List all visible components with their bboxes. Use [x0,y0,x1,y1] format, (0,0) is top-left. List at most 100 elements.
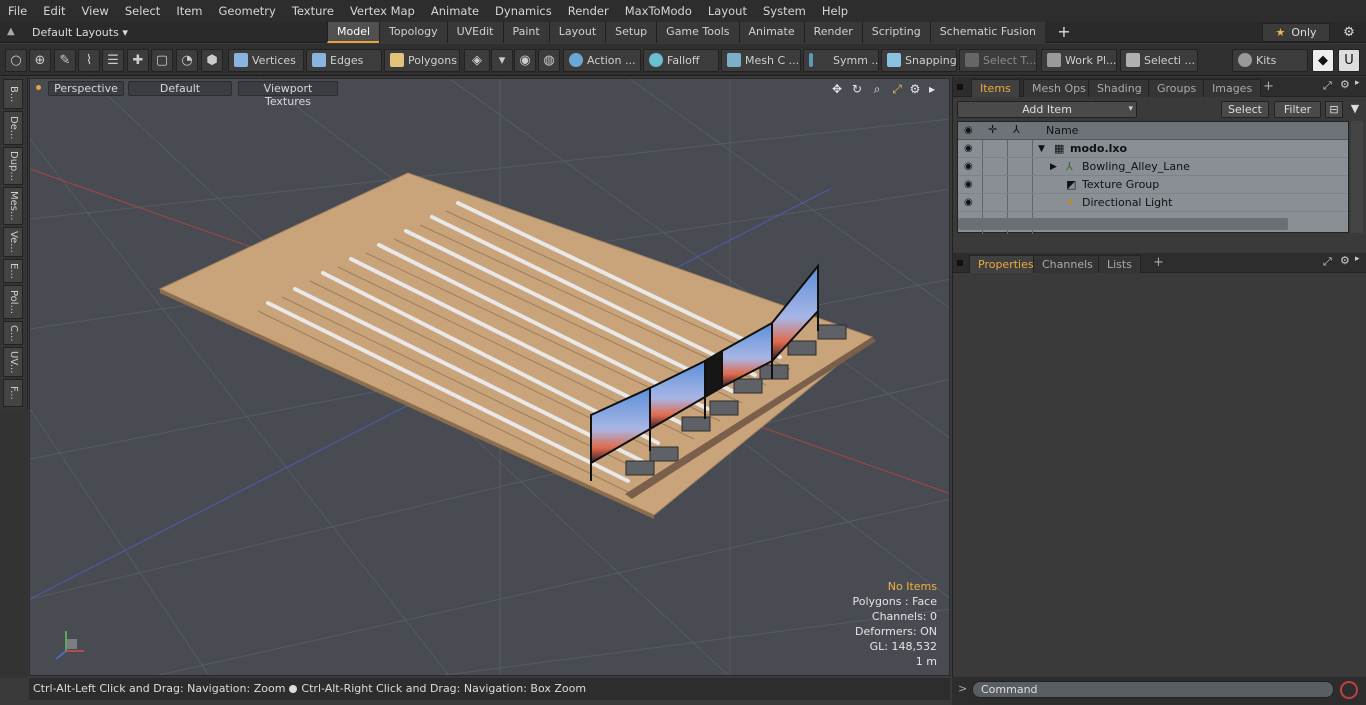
tab-scripting[interactable]: Scripting [861,22,930,43]
left-tab-fusion[interactable]: F... [3,379,23,407]
mesh-constraint-button[interactable]: Mesh C ... [721,49,801,72]
left-tab-basic[interactable]: B... [3,79,23,109]
menu-view[interactable]: View [74,0,117,22]
tab-items[interactable]: Items [971,79,1020,97]
tab-uvedit[interactable]: UVEdit [446,22,503,43]
rotate-icon[interactable]: ◔ [176,49,198,72]
item-mode-icon[interactable]: ⬢ [201,49,223,72]
left-tab-edge[interactable]: E... [3,259,23,283]
menu-edit[interactable]: Edit [35,0,73,22]
menu-texture[interactable]: Texture [284,0,342,22]
sym-sphere-icon[interactable]: ◉ [514,49,536,72]
collapse-icon[interactable]: ⊟ [1325,101,1343,118]
pen-icon[interactable]: ✎ [54,49,76,72]
tab-model[interactable]: Model [327,22,380,43]
tab-render[interactable]: Render [803,22,862,43]
kits-button[interactable]: Kits [1232,49,1308,72]
3d-viewport[interactable]: Perspective Default Viewport Textures ✥ … [29,78,950,676]
chevron-down-icon[interactable]: ▼ [1038,140,1045,158]
move-view-icon[interactable]: ✥ [830,82,844,96]
funnel-icon[interactable]: ▼ [1346,101,1364,118]
tab-schematic-fusion[interactable]: Schematic Fusion [929,22,1046,43]
panel-menu-icon[interactable] [957,260,963,266]
layout-toggle-icon[interactable]: ▲ [7,26,19,38]
tab-setup[interactable]: Setup [605,22,657,43]
left-tab-uv[interactable]: UV... [3,347,23,377]
eye-icon[interactable]: ◉ [964,180,976,190]
panel-expand-arrow-icon[interactable]: ▸ [1355,254,1360,264]
tab-groups[interactable]: Groups [1148,79,1206,97]
menu-system[interactable]: System [755,0,814,22]
tab-game-tools[interactable]: Game Tools [656,22,739,43]
unity-icon[interactable]: ◆ [1312,49,1334,72]
panel-expand-icon[interactable]: ⤢ [1323,255,1332,269]
polygons-button[interactable]: Polygons [384,49,460,72]
name-column-header[interactable]: Name [1046,124,1078,137]
panel-gear-icon[interactable]: ⚙ [1340,78,1350,91]
layout-dropdown[interactable]: Default Layouts ▾ [32,24,128,41]
tab-paint[interactable]: Paint [502,22,549,43]
menu-dynamics[interactable]: Dynamics [487,0,560,22]
brush-icon[interactable]: ⌇ [78,49,100,72]
panel-gear-icon[interactable]: ⚙ [1340,254,1350,267]
globe-icon[interactable]: ⊕ [29,49,51,72]
panel-expand-arrow-icon[interactable]: ▸ [1355,78,1360,88]
snapping-button[interactable]: Snapping [881,49,957,72]
select-through-button[interactable]: Select T... [959,49,1037,72]
shading-mode-button[interactable]: Default [128,81,232,96]
record-icon[interactable] [1340,681,1358,699]
menu-geometry[interactable]: Geometry [211,0,284,22]
left-tab-curve[interactable]: C... [3,321,23,345]
align-icon[interactable]: ☰ [102,49,124,72]
fit-view-icon[interactable]: ⤢ [890,82,904,96]
list-item[interactable]: ◉ ◩ Texture Group [958,176,1348,194]
tab-mesh-ops[interactable]: Mesh Ops [1023,79,1095,97]
left-tab-polygon[interactable]: Pol... [3,285,23,319]
add-panel-tab-icon[interactable]: + [1153,255,1164,270]
list-item[interactable]: ◉ ▼ ▦ modo.lxo [958,140,1348,158]
select-button[interactable]: Select [1221,101,1269,118]
menu-render[interactable]: Render [560,0,617,22]
circle-select-icon[interactable]: ○ [5,49,27,72]
command-input[interactable]: Command [972,681,1334,698]
chevron-down-icon[interactable]: ▾ [491,49,513,72]
tab-properties[interactable]: Properties [969,255,1043,273]
tab-topology[interactable]: Topology [379,22,447,43]
vertices-button[interactable]: Vertices [228,49,304,72]
rotate-view-icon[interactable]: ↻ [850,82,864,96]
work-plane-button[interactable]: Work Pl... [1041,49,1117,72]
tab-shading[interactable]: Shading [1088,79,1151,97]
horizontal-scrollbar[interactable] [958,218,1288,230]
left-tab-deform[interactable]: De... [3,111,23,145]
menu-select[interactable]: Select [117,0,168,22]
perspective-button[interactable]: Perspective [48,81,124,96]
tab-images[interactable]: Images [1203,79,1262,97]
panel-expand-icon[interactable]: ⤢ [1323,79,1332,93]
viewport-expand-icon[interactable]: ▸ [925,82,939,96]
add-item-button[interactable]: Add Item ▾ [957,101,1137,118]
left-tab-vertex[interactable]: Ve... [3,227,23,257]
gear-icon[interactable]: ⚙ [1340,23,1358,42]
selection-sets-button[interactable]: Selecti ... [1120,49,1198,72]
eye-icon[interactable]: ◉ [964,162,976,172]
chevron-right-icon[interactable]: ▶ [1050,158,1057,176]
falloff-button[interactable]: Falloff [643,49,719,72]
list-item[interactable]: ◉ ✦ Directional Light [958,194,1348,212]
panel-menu-icon[interactable] [957,84,963,90]
tab-animate[interactable]: Animate [738,22,804,43]
viewport-textures-button[interactable]: Viewport Textures [238,81,338,108]
soccer-icon[interactable]: ◍ [538,49,560,72]
square-icon[interactable]: ▢ [151,49,173,72]
vertical-scrollbar[interactable] [1351,121,1363,233]
menu-maxtomodo[interactable]: MaxToModo [617,0,700,22]
only-button[interactable]: ★ Only [1262,23,1330,42]
tab-lists[interactable]: Lists [1098,255,1141,273]
left-tab-mesh-edit[interactable]: Mes... [3,187,23,225]
menu-layout[interactable]: Layout [700,0,755,22]
zoom-icon[interactable]: ⌕ [870,82,884,96]
edges-button[interactable]: Edges [306,49,382,72]
material-icon[interactable]: ◈ [464,49,490,72]
symmetry-button[interactable]: Symm ... [803,49,879,72]
viewport-menu-dot[interactable] [36,85,41,90]
eye-icon[interactable]: ◉ [964,144,976,154]
